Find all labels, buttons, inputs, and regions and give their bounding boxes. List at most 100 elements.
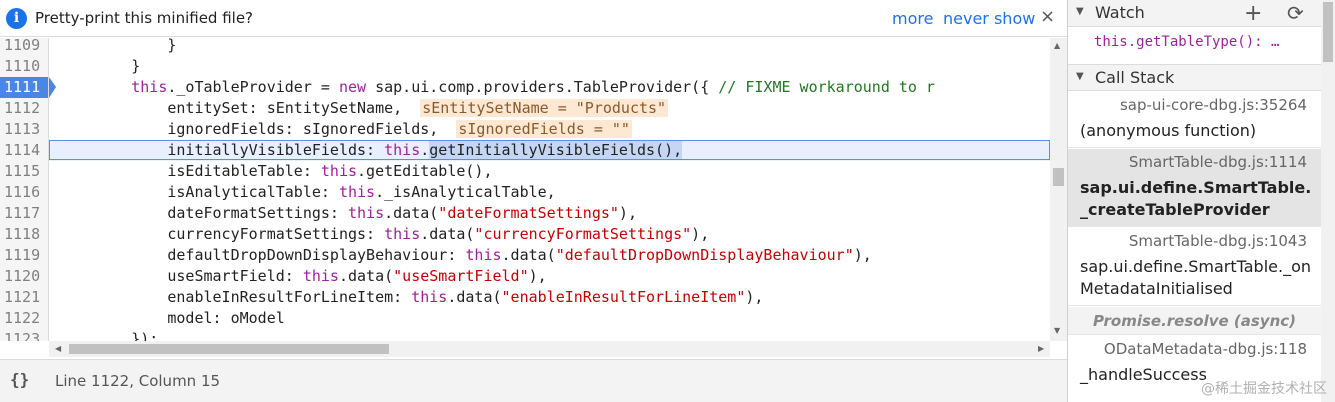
code-token: this [131, 78, 168, 96]
code-token: ), [618, 204, 637, 222]
frame-location: SmartTable-dbg.js:1043 [1128, 232, 1307, 250]
line-number[interactable]: 1115 [0, 161, 49, 182]
code-text: } [59, 56, 140, 77]
frame-function: (anonymous function) [1080, 121, 1257, 140]
close-icon[interactable]: × [1040, 6, 1055, 27]
code-token: isAnalyticalTable: [59, 183, 339, 201]
line-number[interactable]: 1110 [0, 56, 49, 77]
line-number[interactable]: 1113 [0, 119, 49, 140]
line-number[interactable]: 1120 [0, 266, 49, 287]
frame-location: sap-ui-core-dbg.js:35264 [1119, 96, 1307, 114]
code-line[interactable]: 1112 entitySet: sEntitySetName, sEntityS… [0, 98, 1050, 119]
code-line[interactable]: 1111 this._oTableProvider = new sap.ui.c… [0, 77, 1050, 98]
code-token: "currencyFormatSettings" [474, 225, 692, 243]
line-number[interactable]: 1123 [0, 329, 49, 341]
sidebar-scrollbar[interactable] [1321, 0, 1335, 402]
watermark: @稀土掘金技术社区 [1201, 381, 1327, 397]
code-line[interactable]: 1123 }); [0, 329, 1050, 341]
collapse-triangle-icon[interactable]: ▼ [1076, 6, 1084, 17]
scroll-left-icon[interactable]: ◀ [55, 344, 61, 353]
code-token: this [302, 267, 339, 285]
frame-function: sap.ui.define.SmartTable._onMetadataInit… [1080, 257, 1311, 298]
watch-expression[interactable]: this.getTableType(): … [1094, 34, 1279, 50]
code-token: }); [59, 330, 159, 341]
code-line[interactable]: 1120 useSmartField: this.data("useSmartF… [0, 266, 1050, 287]
pretty-print-braces-icon[interactable]: {} [10, 370, 29, 389]
code-token: ), [528, 267, 547, 285]
frame-location: SmartTable-dbg.js:1114 [1128, 153, 1307, 171]
code-token: defaultDropDownDisplayBehaviour: [59, 246, 466, 264]
call-frame[interactable]: SmartTable-dbg.js:1043 sap.ui.define.Sma… [1068, 228, 1321, 306]
code-editor[interactable]: 1109 } 1110 } 1111 this._oTableProvider = … [0, 38, 1050, 341]
collapse-triangle-icon[interactable]: ▼ [1076, 71, 1084, 82]
line-number[interactable]: 1122 [0, 308, 49, 329]
scroll-up-icon[interactable]: ▲ [1054, 41, 1060, 50]
line-number[interactable]: 1121 [0, 287, 49, 308]
code-token: ._isAnalyticalTable, [375, 183, 556, 201]
cursor-position: Line 1122, Column 15 [55, 372, 221, 390]
more-link[interactable]: more [892, 9, 933, 28]
line-number[interactable]: 1114 [0, 140, 49, 161]
code-text: enableInResultForLineItem: this.data("en… [59, 287, 763, 308]
scroll-right-icon[interactable]: ▶ [1038, 344, 1044, 353]
line-number[interactable]: 1118 [0, 224, 49, 245]
line-number[interactable]: 1116 [0, 182, 49, 203]
call-frame[interactable]: sap-ui-core-dbg.js:35264 (anonymous func… [1068, 92, 1321, 148]
add-watch-icon[interactable]: + [1244, 1, 1262, 26]
code-line[interactable]: 1119 defaultDropDownDisplayBehaviour: th… [0, 245, 1050, 266]
code-line[interactable]: 1114 initiallyVisibleFields: this.getIni… [0, 140, 1050, 161]
pretty-print-infobar: i Pretty-print this minified file? more … [0, 0, 1067, 37]
watch-title: Watch [1095, 3, 1145, 22]
code-line[interactable]: 1121 enableInResultForLineItem: this.dat… [0, 287, 1050, 308]
code-text: isEditableTable: this.getEditable(), [59, 161, 493, 182]
code-token: } [59, 38, 177, 54]
code-line[interactable]: 1115 isEditableTable: this.getEditable()… [0, 161, 1050, 182]
scroll-down-icon[interactable]: ▼ [1054, 326, 1060, 335]
line-number[interactable]: 1119 [0, 245, 49, 266]
code-line[interactable]: 1117 dateFormatSettings: this.data("date… [0, 203, 1050, 224]
editor-vertical-scrollbar[interactable]: ▲ ▼ [1050, 38, 1067, 341]
refresh-icon[interactable]: ⟳ [1287, 1, 1304, 25]
code-token: this [465, 246, 502, 264]
code-line[interactable]: 1109 } [0, 38, 1050, 56]
line-number[interactable]: 1117 [0, 203, 49, 224]
code-token: this [384, 225, 421, 243]
code-text: entitySet: sEntitySetName, sEntitySetNam… [59, 98, 669, 119]
breakpoint-marker-icon[interactable] [49, 77, 56, 98]
never-show-link[interactable]: never show [943, 9, 1035, 28]
code-line[interactable]: 1113 ignoredFields: sIgnoredFields, sIgn… [0, 119, 1050, 140]
code-token: .getEditable(), [357, 162, 493, 180]
async-separator: Promise.resolve (async) [1068, 307, 1321, 335]
call-frame-selected[interactable]: SmartTable-dbg.js:1114 sap.ui.define.Sma… [1068, 149, 1321, 227]
code-text: currencyFormatSettings: this.data("curre… [59, 224, 709, 245]
editor-status-bar: {} Line 1122, Column 15 [0, 359, 1067, 402]
code-line[interactable]: 1110 } [0, 56, 1050, 77]
code-token: ._oTableProvider = [167, 78, 339, 96]
code-token: .data( [420, 225, 475, 243]
code-line[interactable]: 1118 currencyFormatSettings: this.data("… [0, 224, 1050, 245]
hscroll-thumb[interactable] [69, 344, 389, 354]
line-number[interactable]: 1109 [0, 38, 49, 56]
code-text: useSmartField: this.data("useSmartField"… [59, 266, 547, 287]
watch-section-header[interactable]: ▼ Watch + ⟳ [1068, 0, 1321, 27]
info-icon: i [6, 8, 27, 29]
scroll-thumb[interactable] [1053, 168, 1064, 186]
code-token: this [338, 183, 376, 201]
debugger-sidebar: ▼ Watch + ⟳ this.getTableType(): … ▼ Cal… [1067, 0, 1335, 402]
breakpoint-line-number[interactable]: 1111 [0, 77, 49, 98]
line-number[interactable]: 1112 [0, 98, 49, 119]
code-token: "useSmartField" [393, 267, 529, 285]
code-token: initiallyVisibleFields: [59, 141, 385, 159]
call-stack-section-header[interactable]: ▼ Call Stack [1068, 64, 1321, 91]
code-line[interactable]: 1122 model: oModel [0, 308, 1050, 329]
code-text: defaultDropDownDisplayBehaviour: this.da… [59, 245, 871, 266]
code-token: isEditableTable: [59, 162, 321, 180]
code-text: }); [59, 329, 158, 341]
sidebar-scroll-thumb[interactable] [1323, 2, 1333, 62]
editor-horizontal-scrollbar[interactable]: ◀ ▶ [49, 341, 1050, 357]
code-line[interactable]: 1116 isAnalyticalTable: this._isAnalytic… [0, 182, 1050, 203]
code-text: isAnalyticalTable: this._isAnalyticalTab… [59, 182, 556, 203]
code-token: this [347, 204, 385, 222]
code-token: this [384, 141, 421, 159]
code-token: ), [691, 225, 710, 243]
